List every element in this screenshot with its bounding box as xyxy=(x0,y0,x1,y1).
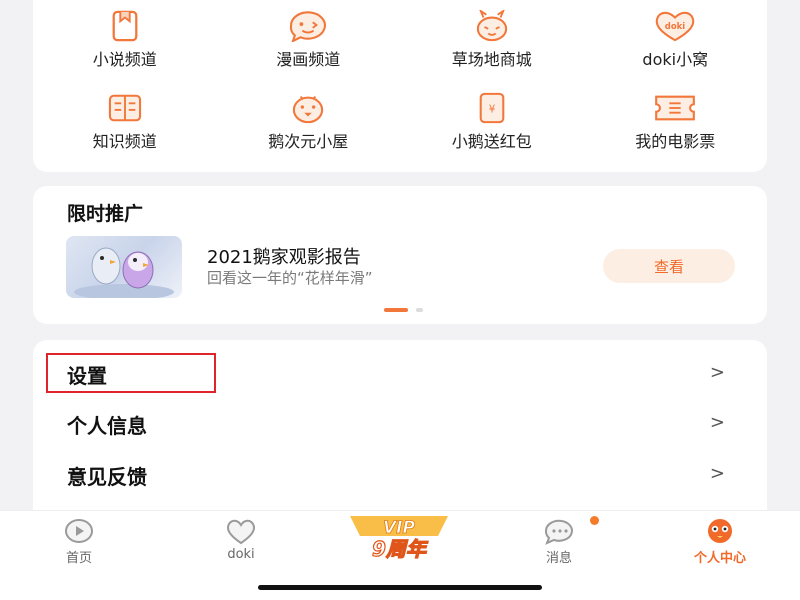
tab-profile[interactable]: 个人中心 xyxy=(660,511,780,571)
vip-label: VIP xyxy=(383,518,415,538)
grid-item-shop[interactable]: 草场地商城 xyxy=(400,10,584,70)
grid-label: 我的电影票 xyxy=(635,132,716,151)
menu-item-personal-info[interactable]: 个人信息 > xyxy=(33,398,767,448)
doki-badge-text: doki xyxy=(665,21,686,31)
menu-item-label: 意见反馈 xyxy=(67,465,147,489)
promotion-headline: 2021鹅家观影报告 xyxy=(207,247,361,268)
quick-access-card: 小说频道 漫画频道 草场地商城 doki doki小窝 知识频道 鹅次元小屋 ¥… xyxy=(33,0,767,172)
tab-label: 首页 xyxy=(65,551,92,566)
vip-anniversary-logo: VIP 9周年 xyxy=(350,516,448,562)
grid-item-penguin-house[interactable]: 鹅次元小屋 xyxy=(217,92,401,152)
comic-face-icon xyxy=(290,11,327,42)
settings-highlight-box xyxy=(46,353,216,393)
chevron-right-icon: > xyxy=(709,362,725,383)
carousel-dot xyxy=(416,308,423,312)
rabbit-shop-icon xyxy=(476,10,507,42)
grid-item-doki[interactable]: doki doki小窝 xyxy=(584,10,768,70)
penguin-mascot-image xyxy=(74,247,174,298)
promotion-card: 限时推广 2021鹅家观影报告 回看这一年的“花样年滑” 查看 xyxy=(33,186,767,324)
menu-item-feedback[interactable]: 意见反馈 > xyxy=(33,449,767,499)
promotion-subtitle: 回看这一年的“花样年滑” xyxy=(207,269,373,287)
tab-label: doki xyxy=(227,547,255,562)
anniversary-label: 9周年 xyxy=(372,537,429,560)
red-envelope-icon: ¥ xyxy=(479,92,505,124)
promotion-thumbnail[interactable] xyxy=(66,236,182,298)
chevron-right-icon: > xyxy=(709,412,725,433)
grid-item-knowledge[interactable]: 知识频道 xyxy=(33,92,217,152)
home-play-icon xyxy=(65,519,93,543)
grid-item-movie-ticket[interactable]: 我的电影票 xyxy=(584,92,768,152)
grid-label: 知识频道 xyxy=(92,132,157,151)
tab-home[interactable]: 首页 xyxy=(19,511,139,571)
tab-label: 消息 xyxy=(545,551,572,566)
quick-access-grid: 小说频道 漫画频道 草场地商城 doki doki小窝 知识频道 鹅次元小屋 ¥… xyxy=(33,10,767,152)
doki-heart-icon: doki xyxy=(655,11,695,42)
grid-label: 小说频道 xyxy=(92,50,157,69)
tab-label: 个人中心 xyxy=(693,551,746,566)
message-bubble-icon xyxy=(544,519,573,545)
grid-label: doki小窝 xyxy=(642,50,709,69)
tab-messages[interactable]: 消息 xyxy=(499,511,619,571)
svg-text:¥: ¥ xyxy=(488,104,495,116)
view-button[interactable]: 查看 xyxy=(603,249,735,283)
grid-label: 鹅次元小屋 xyxy=(268,132,349,151)
movie-ticket-icon xyxy=(655,95,696,121)
home-indicator[interactable] xyxy=(258,585,542,590)
chevron-right-icon: > xyxy=(709,463,725,484)
grid-item-red-envelope[interactable]: ¥ 小鹅送红包 xyxy=(400,92,584,152)
promotion-title: 限时推广 xyxy=(67,203,144,225)
message-notification-dot xyxy=(590,516,599,525)
carousel-dot-active xyxy=(384,308,408,312)
profile-face-icon xyxy=(708,519,732,543)
grid-item-comic[interactable]: 漫画频道 xyxy=(217,10,401,70)
vip-anniversary-button[interactable]: VIP 9周年 xyxy=(340,514,458,562)
grid-label: 小鹅送红包 xyxy=(451,132,532,151)
grid-label: 漫画频道 xyxy=(276,50,341,69)
tab-doki[interactable]: doki xyxy=(181,511,301,571)
book-icon xyxy=(112,10,138,42)
menu-item-label: 个人信息 xyxy=(67,414,147,438)
grid-item-novel[interactable]: 小说频道 xyxy=(33,10,217,70)
grid-label: 草场地商城 xyxy=(451,50,532,69)
open-book-icon xyxy=(108,94,141,122)
doki-heart-icon xyxy=(226,519,256,545)
carousel-indicator xyxy=(384,308,423,312)
penguin-face-icon xyxy=(293,95,324,124)
